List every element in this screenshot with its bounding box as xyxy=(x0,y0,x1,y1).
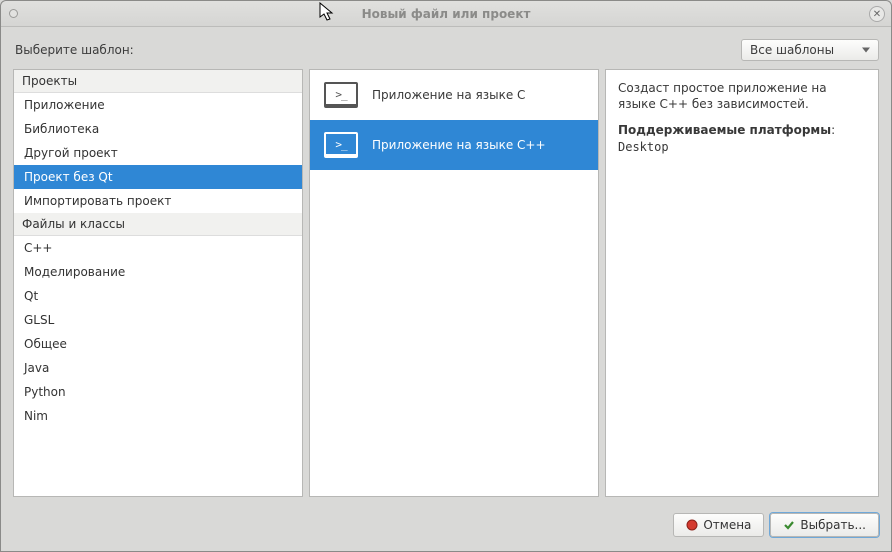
template-panel: >_ Приложение на языке C >_ Приложение н… xyxy=(309,69,599,497)
template-item-c[interactable]: >_ Приложение на языке C xyxy=(310,70,598,120)
terminal-icon: >_ xyxy=(324,132,358,158)
category-item[interactable]: Моделирование xyxy=(14,260,302,284)
category-item[interactable]: C++ xyxy=(14,236,302,260)
template-item-cpp[interactable]: >_ Приложение на языке C++ xyxy=(310,120,598,170)
category-group-header-files: Файлы и классы xyxy=(14,213,302,236)
template-item-label: Приложение на языке C++ xyxy=(372,138,546,152)
choose-button[interactable]: Выбрать... xyxy=(770,513,879,537)
category-item[interactable]: GLSL xyxy=(14,308,302,332)
template-filter-value: Все шаблоны xyxy=(750,43,834,57)
close-icon[interactable]: ✕ xyxy=(869,6,885,22)
category-panel: Проекты Приложение Библиотека Другой про… xyxy=(13,69,303,497)
category-item[interactable]: Другой проект xyxy=(14,141,302,165)
stop-icon xyxy=(686,519,698,531)
button-row: Отмена Выбрать... xyxy=(1,505,891,549)
category-item[interactable]: Общее xyxy=(14,332,302,356)
description-text: Создаст простое приложение на языке C++ … xyxy=(618,80,866,112)
terminal-icon: >_ xyxy=(324,82,358,108)
category-item[interactable]: Python xyxy=(14,380,302,404)
category-item[interactable]: Проект без Qt xyxy=(14,165,302,189)
top-row: Выберите шаблон: Все шаблоны xyxy=(1,27,891,69)
category-item[interactable]: Qt xyxy=(14,284,302,308)
template-filter-combo[interactable]: Все шаблоны xyxy=(741,39,879,61)
category-item[interactable]: Библиотека xyxy=(14,117,302,141)
template-item-label: Приложение на языке C xyxy=(372,88,525,102)
choose-template-label: Выберите шаблон: xyxy=(15,43,134,57)
cancel-button-label: Отмена xyxy=(703,518,751,532)
titlebar: Новый файл или проект ✕ xyxy=(1,1,891,27)
category-item[interactable]: Java xyxy=(14,356,302,380)
mouse-cursor-icon xyxy=(319,2,337,24)
window-menu-dot[interactable] xyxy=(9,9,18,18)
category-item[interactable]: Nim xyxy=(14,404,302,428)
window-title: Новый файл или проект xyxy=(1,7,891,21)
description-panel: Создаст простое приложение на языке C++ … xyxy=(605,69,879,497)
category-group-header-projects: Проекты xyxy=(14,70,302,93)
panels: Проекты Приложение Библиотека Другой про… xyxy=(1,69,891,505)
cancel-button[interactable]: Отмена xyxy=(673,513,764,537)
description-platforms: Поддерживаемые платформы: Desktop xyxy=(618,122,866,154)
choose-button-label: Выбрать... xyxy=(800,518,866,532)
category-item[interactable]: Приложение xyxy=(14,93,302,117)
ok-icon xyxy=(783,519,795,531)
category-item[interactable]: Импортировать проект xyxy=(14,189,302,213)
